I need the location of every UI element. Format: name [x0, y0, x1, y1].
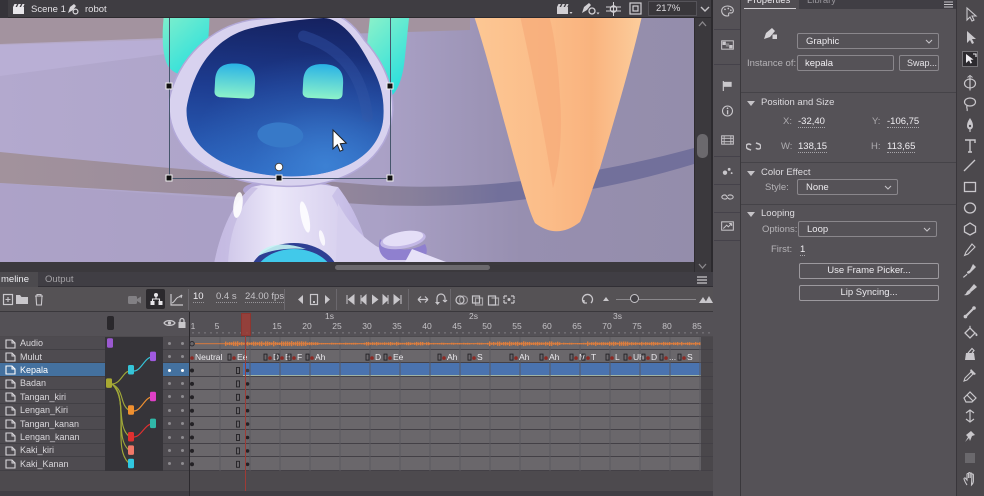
svg-text:D: D: [375, 352, 381, 362]
svg-text:S: S: [477, 352, 483, 362]
svg-text:Ah: Ah: [519, 352, 530, 362]
svg-text:...: ...: [669, 352, 676, 362]
svg-text:Neutral: Neutral: [195, 352, 223, 362]
svg-text:Uh: Uh: [633, 352, 644, 362]
svg-text:T: T: [591, 352, 596, 362]
svg-text:F: F: [297, 352, 302, 362]
svg-text:Ah: Ah: [315, 352, 326, 362]
svg-text:Ah: Ah: [447, 352, 458, 362]
svg-text:Ah: Ah: [549, 352, 560, 362]
svg-text:L: L: [615, 352, 620, 362]
svg-text:D: D: [651, 352, 657, 362]
svg-text:S: S: [687, 352, 693, 362]
svg-text:Ee: Ee: [393, 352, 404, 362]
